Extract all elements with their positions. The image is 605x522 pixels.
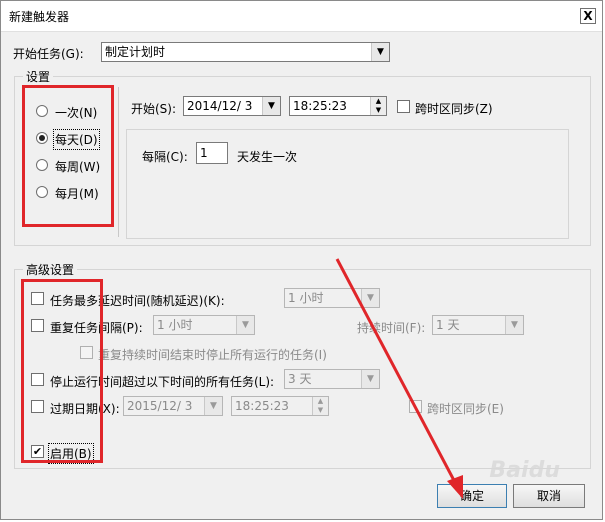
watermark: Baidu bbox=[489, 458, 560, 483]
new-trigger-dialog: 新建触发器 X 开始任务(G): 制定计划时 ▼ 设置 一次(N) 每天(D) … bbox=[0, 0, 603, 520]
annotation-arrow bbox=[335, 258, 463, 499]
